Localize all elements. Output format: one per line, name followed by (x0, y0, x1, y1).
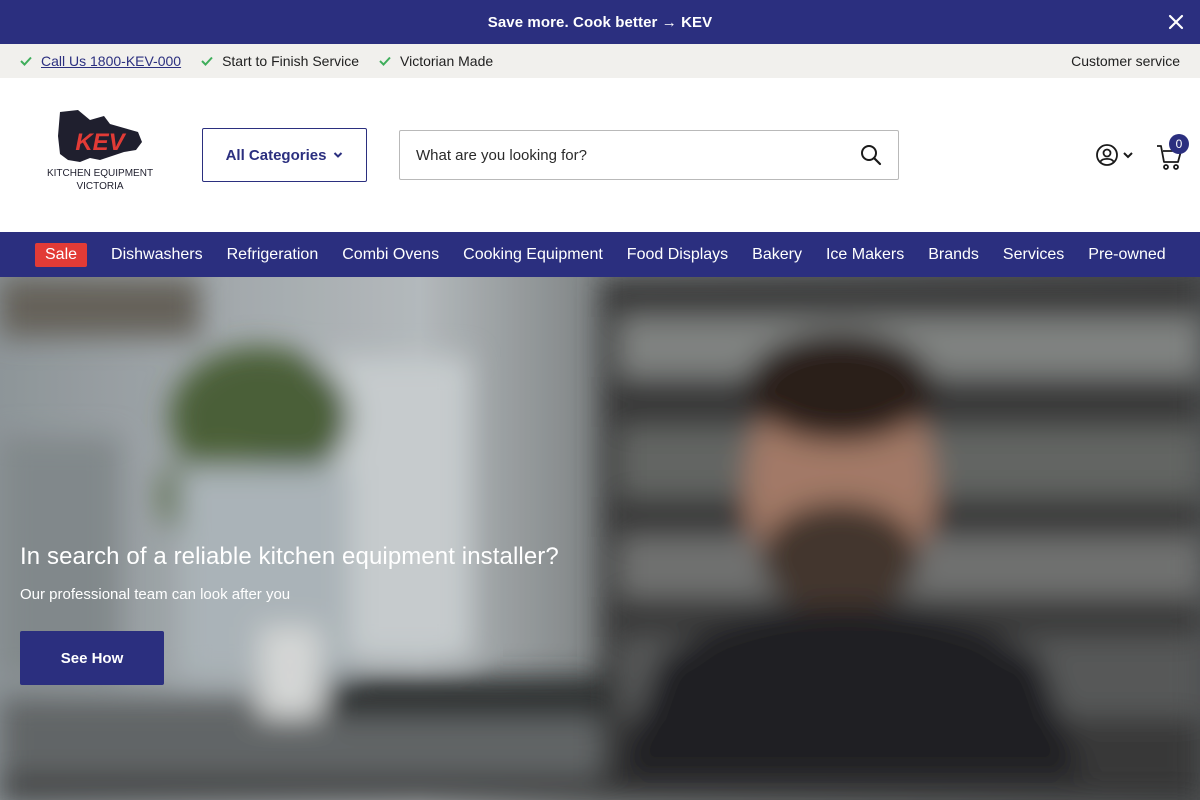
logo-line-1: KITCHEN EQUIPMENT (47, 168, 153, 179)
search-icon (861, 145, 882, 166)
announcement-bar: Save more. Cook better → KEV (0, 0, 1200, 44)
utility-label-victorian: Victorian Made (400, 53, 494, 69)
check-icon (379, 56, 391, 66)
utility-label-service: Start to Finish Service (222, 53, 360, 69)
call-us-link[interactable]: Call Us 1800-KEV-000 (41, 53, 181, 69)
utility-item-phone: Call Us 1800-KEV-000 (20, 53, 181, 69)
main-navigation: Sale Dishwashers Refrigeration Combi Ove… (0, 232, 1200, 277)
nav-item-pre-owned[interactable]: Pre-owned (1088, 246, 1165, 264)
search-box (399, 130, 899, 180)
hero-background-image (0, 277, 1200, 800)
nav-item-sale[interactable]: Sale (35, 242, 88, 267)
search-input[interactable] (400, 131, 844, 179)
site-logo[interactable]: KEV KITCHEN EQUIPMENT VICTORIA (38, 106, 162, 196)
hero-subtitle: Our professional team can look after you (20, 586, 291, 603)
nav-item-dishwashers[interactable]: Dishwashers (111, 246, 203, 264)
nav-item-ice-makers[interactable]: Ice Makers (826, 246, 904, 264)
nav-item-combi-ovens[interactable]: Combi Ovens (342, 246, 439, 264)
check-icon (20, 56, 32, 66)
search-button[interactable] (844, 131, 898, 179)
hero-banner: In search of a reliable kitchen equipmen… (0, 277, 1200, 800)
nav-item-services[interactable]: Services (1003, 246, 1064, 264)
account-menu[interactable] (1095, 143, 1135, 167)
cart-button[interactable]: 0 (1156, 134, 1192, 170)
see-how-button[interactable]: See How (20, 631, 164, 685)
nav-item-refrigeration[interactable]: Refrigeration (227, 246, 319, 264)
nav-item-brands[interactable]: Brands (928, 246, 979, 264)
user-icon (1096, 144, 1118, 166)
all-categories-button[interactable]: All Categories (202, 128, 367, 182)
utility-item-service: Start to Finish Service (201, 53, 359, 69)
nav-item-cooking-equipment[interactable]: Cooking Equipment (463, 246, 603, 264)
all-categories-label: All Categories (225, 146, 327, 164)
chevron-down-icon (334, 152, 343, 158)
check-icon (201, 56, 213, 66)
site-header: KEV KITCHEN EQUIPMENT VICTORIA All Categ… (0, 78, 1200, 232)
customer-service-link[interactable]: Customer service (1071, 53, 1180, 69)
nav-item-food-displays[interactable]: Food Displays (627, 246, 728, 264)
nav-item-bakery[interactable]: Bakery (752, 246, 802, 264)
close-icon[interactable] (1166, 12, 1186, 32)
hero-title: In search of a reliable kitchen equipmen… (20, 543, 559, 570)
logo-kev-text: KEV (75, 129, 126, 156)
utility-item-victorian: Victorian Made (379, 53, 493, 69)
logo-image: KEV KITCHEN EQUIPMENT VICTORIA (47, 110, 153, 192)
logo-line-2: VICTORIA (76, 181, 123, 192)
announcement-text[interactable]: Save more. Cook better → KEV (488, 14, 713, 31)
cart-count-badge: 0 (1169, 134, 1189, 154)
chevron-down-icon (1123, 152, 1133, 159)
utility-bar: Call Us 1800-KEV-000 Start to Finish Ser… (0, 44, 1200, 78)
